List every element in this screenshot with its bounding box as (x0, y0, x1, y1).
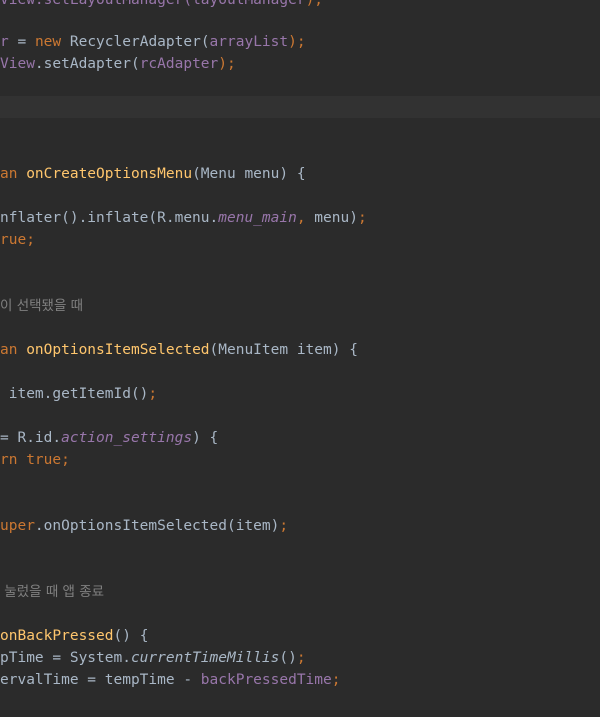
code-token: View.setLayoutManager( (0, 0, 193, 8)
code-token: pTime = System. (0, 650, 131, 666)
code-token: rue; (0, 232, 35, 248)
code-token: ; (279, 518, 289, 534)
code-comment: 눌렀을 때 앱 종료 (0, 581, 600, 603)
code-token: uper (0, 518, 35, 534)
code-token: arrayList (209, 34, 289, 50)
code-token: rcAdapter (139, 56, 219, 72)
code-token: onOptionsItemSelected (26, 342, 210, 358)
code-token: currentTimeMillis (130, 650, 280, 666)
code-line: = R.id.action_settings) { (0, 427, 600, 449)
code-line: rn true; (0, 449, 600, 471)
code-token: nflater().inflate(R.menu. (0, 210, 219, 226)
code-token: ervalTime = tempTime - (0, 672, 201, 688)
code-token: layoutManager (192, 0, 306, 8)
code-token: 눌렀을 때 앱 종료 (0, 584, 105, 600)
code-token: .setAdapter( (34, 56, 140, 72)
code-token: ; (357, 210, 367, 226)
code-line: View.setLayoutManager(layoutManager); (0, 0, 600, 11)
code-token: onBackPressed (0, 628, 114, 644)
code-line: onBackPressed() { (0, 625, 600, 647)
code-token: ; (296, 650, 306, 666)
code-token: RecyclerAdapter( (61, 34, 210, 50)
code-token: () (279, 650, 297, 666)
code-line: item.getItemId(); (0, 383, 600, 405)
code-token: menu) (305, 210, 358, 226)
code-token: 이 선택됐을 때 (0, 298, 84, 314)
caret-line-highlight (0, 96, 600, 118)
code-token: = (8, 34, 35, 50)
code-token: ); (305, 0, 324, 8)
code-line: an onOptionsItemSelected(MenuItem item) … (0, 339, 600, 361)
code-line: rue; (0, 229, 600, 251)
code-token: ); (288, 34, 306, 50)
code-token: ; (148, 386, 158, 402)
code-token: View (0, 56, 35, 72)
code-line: View.setAdapter(rcAdapter); (0, 53, 600, 75)
code-line: uper.onOptionsItemSelected(item); (0, 515, 600, 537)
code-token: action_settings (61, 430, 193, 446)
code-token: ) { (192, 430, 219, 446)
code-token: onCreateOptionsMenu (26, 166, 193, 182)
code-line: ervalTime = tempTime - backPressedTime; (0, 669, 600, 691)
code-token: .onOptionsItemSelected(item) (34, 518, 280, 534)
code-token: rn (0, 452, 18, 468)
code-token: menu_main (218, 210, 297, 226)
code-token: new (34, 34, 62, 50)
code-token: backPressedTime (200, 672, 332, 688)
code-token: true; (26, 452, 70, 468)
code-editor[interactable]: View.setLayoutManager(layoutManager); r … (0, 0, 600, 717)
code-token: ; (331, 672, 341, 688)
code-token: an (0, 166, 18, 182)
code-token: (MenuItem item) { (209, 342, 358, 358)
code-line: pTime = System.currentTimeMillis(); (0, 647, 600, 669)
code-line: an onCreateOptionsMenu(Menu menu) { (0, 163, 600, 185)
code-line: r = new RecyclerAdapter(arrayList); (0, 31, 600, 53)
code-token: item.getItemId() (0, 386, 149, 402)
code-token: r (0, 34, 9, 50)
code-token: (Menu menu) { (192, 166, 306, 182)
code-token: ); (218, 56, 236, 72)
code-token: an (0, 342, 18, 358)
code-token: , (296, 210, 306, 226)
code-token: = R.id. (0, 430, 62, 446)
code-line: nflater().inflate(R.menu.menu_main, menu… (0, 207, 600, 229)
code-comment: 이 선택됐을 때 (0, 295, 600, 317)
code-token: () { (113, 628, 149, 644)
